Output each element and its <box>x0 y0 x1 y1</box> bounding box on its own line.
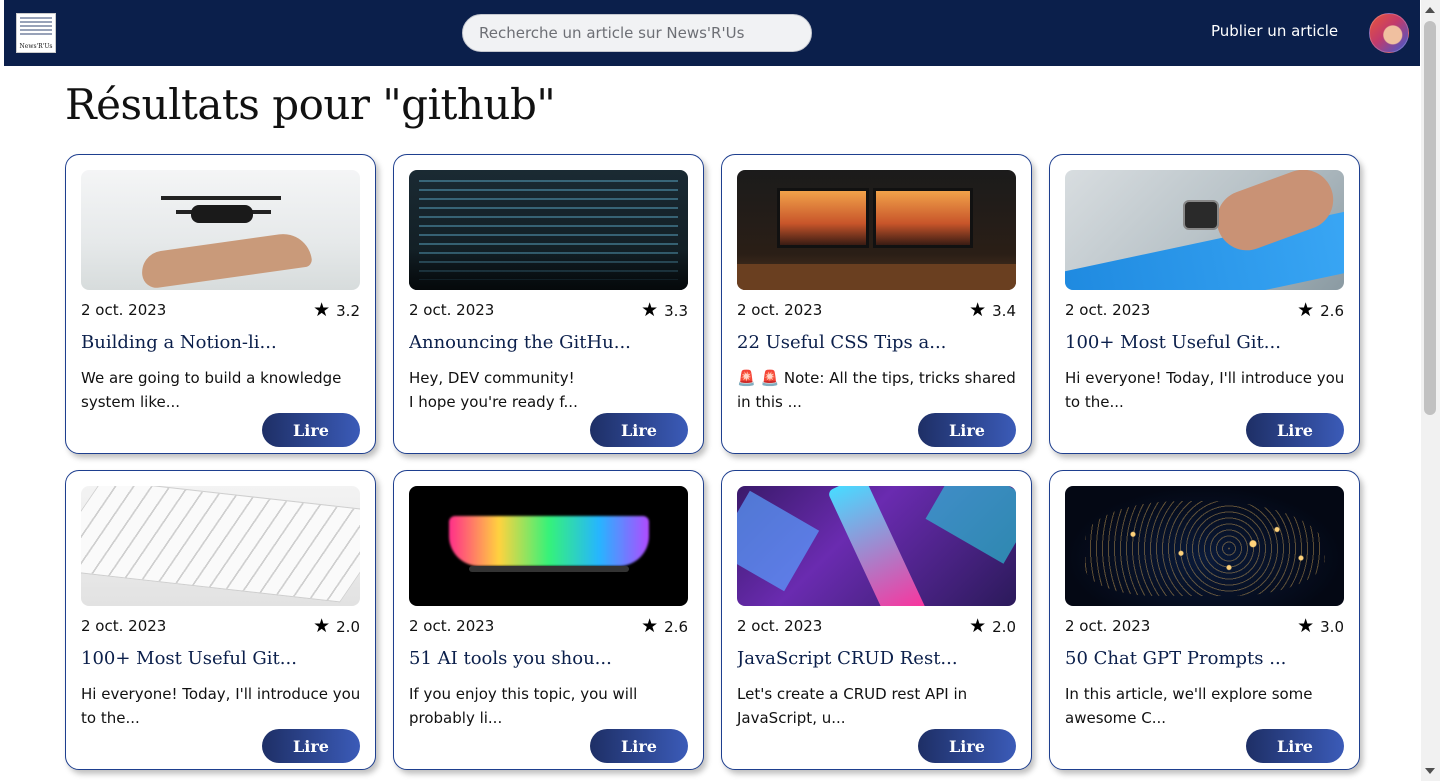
read-button[interactable]: Lire <box>262 413 360 447</box>
article-title[interactable]: Announcing the GitHu... <box>409 332 689 353</box>
scroll-down-arrow-icon[interactable] <box>1425 768 1435 774</box>
article-card: 2 oct. 2023 ★ 3.2 Building a Notion-li..… <box>65 154 376 454</box>
star-icon: ★ <box>313 299 331 321</box>
star-icon: ★ <box>313 615 331 637</box>
article-date: 2 oct. 2023 <box>737 617 823 635</box>
article-thumbnail[interactable] <box>737 486 1016 606</box>
read-button[interactable]: Lire <box>918 729 1016 763</box>
article-rating: ★ 3.3 <box>641 301 688 320</box>
read-button[interactable]: Lire <box>1246 413 1344 447</box>
logo-image <box>20 17 52 37</box>
article-excerpt: 🚨 🚨 Note: All the tips, tricks shared in… <box>737 369 1016 411</box>
article-card: 2 oct. 2023 ★ 2.6 100+ Most Useful Git..… <box>1049 154 1360 454</box>
article-rating: ★ 2.0 <box>969 617 1016 636</box>
rating-value: 3.2 <box>336 301 360 320</box>
article-thumbnail[interactable] <box>1065 170 1344 290</box>
article-title[interactable]: 50 Chat GPT Prompts ... <box>1065 648 1345 669</box>
article-rating: ★ 3.2 <box>313 301 360 320</box>
star-icon: ★ <box>641 299 659 321</box>
article-date: 2 oct. 2023 <box>409 301 495 319</box>
logo-text: News'R'Us <box>19 43 53 50</box>
article-card: 2 oct. 2023 ★ 2.6 51 AI tools you shou..… <box>393 470 704 770</box>
page-scrollbar[interactable] <box>1421 0 1440 781</box>
read-button[interactable]: Lire <box>262 729 360 763</box>
article-excerpt: Hi everyone! Today, I'll introduce you t… <box>81 685 361 727</box>
article-title[interactable]: JavaScript CRUD Rest... <box>737 648 1017 669</box>
article-rating: ★ 3.4 <box>969 301 1016 320</box>
star-icon: ★ <box>1297 615 1315 637</box>
rating-value: 3.3 <box>664 301 688 320</box>
article-rating: ★ 3.0 <box>1297 617 1344 636</box>
article-thumbnail[interactable] <box>737 170 1016 290</box>
read-button[interactable]: Lire <box>590 413 688 447</box>
article-title[interactable]: 22 Useful CSS Tips a... <box>737 332 1017 353</box>
article-card: 2 oct. 2023 ★ 3.3 Announcing the GitHu..… <box>393 154 704 454</box>
article-card: 2 oct. 2023 ★ 3.0 50 Chat GPT Prompts ..… <box>1049 470 1360 770</box>
star-icon: ★ <box>1297 299 1315 321</box>
article-thumbnail[interactable] <box>409 170 688 290</box>
article-excerpt: In this article, we'll explore some awes… <box>1065 685 1313 727</box>
page-title: Résultats pour "github" <box>65 80 556 129</box>
article-title[interactable]: 100+ Most Useful Git... <box>1065 332 1345 353</box>
read-button[interactable]: Lire <box>1246 729 1344 763</box>
article-card: 2 oct. 2023 ★ 3.4 22 Useful CSS Tips a..… <box>721 154 1032 454</box>
article-excerpt: Hi everyone! Today, I'll introduce you t… <box>1065 369 1345 411</box>
read-button[interactable]: Lire <box>590 729 688 763</box>
rating-value: 2.6 <box>664 617 688 636</box>
article-thumbnail[interactable] <box>409 486 688 606</box>
article-rating: ★ 2.6 <box>641 617 688 636</box>
site-logo[interactable]: News'R'Us <box>16 13 56 53</box>
article-date: 2 oct. 2023 <box>1065 617 1151 635</box>
star-icon: ★ <box>969 299 987 321</box>
search-input[interactable] <box>462 14 812 52</box>
rating-value: 3.4 <box>992 301 1016 320</box>
article-title[interactable]: Building a Notion-li... <box>81 332 361 353</box>
article-date: 2 oct. 2023 <box>81 301 167 319</box>
article-excerpt: Hey, DEV community! I hope you're ready … <box>409 369 578 411</box>
article-title[interactable]: 100+ Most Useful Git... <box>81 648 361 669</box>
rating-value: 3.0 <box>1320 617 1344 636</box>
article-rating: ★ 2.6 <box>1297 301 1344 320</box>
article-title[interactable]: 51 AI tools you shou... <box>409 648 689 669</box>
article-date: 2 oct. 2023 <box>1065 301 1151 319</box>
article-card: 2 oct. 2023 ★ 2.0 100+ Most Useful Git..… <box>65 470 376 770</box>
rating-value: 2.0 <box>336 617 360 636</box>
star-icon: ★ <box>641 615 659 637</box>
article-excerpt: We are going to build a knowledge system… <box>81 369 342 411</box>
article-excerpt: Let's create a CRUD rest API in JavaScri… <box>737 685 968 727</box>
scroll-thumb[interactable] <box>1424 21 1436 415</box>
article-date: 2 oct. 2023 <box>409 617 495 635</box>
article-excerpt: If you enjoy this topic, you will probab… <box>409 685 638 727</box>
star-icon: ★ <box>969 615 987 637</box>
top-navbar: News'R'Us Publier un article <box>4 0 1420 66</box>
article-date: 2 oct. 2023 <box>737 301 823 319</box>
article-date: 2 oct. 2023 <box>81 617 167 635</box>
user-avatar[interactable] <box>1369 13 1409 53</box>
article-thumbnail[interactable] <box>1065 486 1344 606</box>
rating-value: 2.6 <box>1320 301 1344 320</box>
article-thumbnail[interactable] <box>81 170 360 290</box>
article-card: 2 oct. 2023 ★ 2.0 JavaScript CRUD Rest..… <box>721 470 1032 770</box>
scroll-up-arrow-icon[interactable] <box>1425 7 1435 13</box>
article-thumbnail[interactable] <box>81 486 360 606</box>
rating-value: 2.0 <box>992 617 1016 636</box>
publish-article-link[interactable]: Publier un article <box>1211 22 1338 40</box>
article-rating: ★ 2.0 <box>313 617 360 636</box>
read-button[interactable]: Lire <box>918 413 1016 447</box>
